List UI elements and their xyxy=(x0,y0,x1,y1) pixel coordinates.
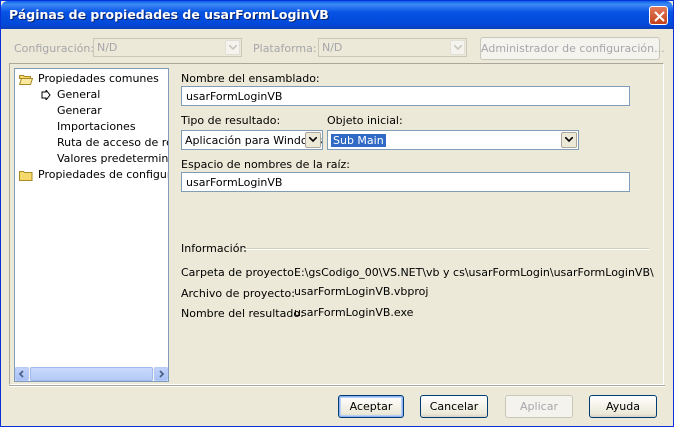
assembly-name-label: Nombre del ensamblado: xyxy=(181,72,320,85)
project-folder-label: Carpeta de proyecto: xyxy=(181,266,298,279)
ok-button[interactable]: Aceptar xyxy=(338,395,404,418)
configuration-value: N/D xyxy=(97,41,118,54)
arrow-right-icon xyxy=(41,90,51,100)
configuration-label: Configuración: xyxy=(14,42,95,55)
chevron-down-icon xyxy=(561,132,577,148)
output-name-value: usarFormLoginVB.exe xyxy=(294,306,414,319)
startup-object-value: Sub Main xyxy=(330,133,387,148)
tree-item-importaciones[interactable]: Importaciones xyxy=(57,119,136,135)
folder-icon xyxy=(19,171,33,181)
window-title: Páginas de propiedades de usarFormLoginV… xyxy=(9,7,329,22)
close-button[interactable] xyxy=(649,6,668,25)
scroll-left-button[interactable] xyxy=(15,367,29,381)
startup-object-select[interactable]: Sub Main xyxy=(327,130,579,150)
scroll-right-button[interactable] xyxy=(154,367,168,381)
startup-object-label: Objeto inicial: xyxy=(327,114,403,127)
chevron-down-icon xyxy=(450,40,465,55)
tree-item-reference-path[interactable]: Ruta de acceso de refe xyxy=(57,135,168,151)
tree-horizontal-scrollbar[interactable] xyxy=(15,367,168,381)
chevron-left-icon xyxy=(18,370,24,378)
project-file-value: usarFormLoginVB.vbproj xyxy=(294,285,429,298)
cancel-button[interactable]: Cancelar xyxy=(420,395,488,418)
title-bar[interactable]: Páginas de propiedades de usarFormLoginV… xyxy=(1,1,673,29)
project-folder-value: E:\gsCodigo_00\VS.NET\vb y cs\usarFormLo… xyxy=(294,266,654,279)
chevron-down-icon xyxy=(225,40,240,55)
properties-dialog: Páginas de propiedades de usarFormLoginV… xyxy=(0,0,674,427)
output-type-label: Tipo de resultado: xyxy=(181,114,281,127)
output-name-label: Nombre del resultado: xyxy=(181,307,304,320)
info-divider xyxy=(244,248,649,250)
tree-item-generar[interactable]: Generar xyxy=(57,103,102,119)
tree-item-default-values[interactable]: Valores predeterminado xyxy=(57,151,168,167)
apply-button[interactable]: Aplicar xyxy=(505,395,573,418)
project-file-label: Archivo de proyecto: xyxy=(181,287,295,300)
output-type-select[interactable]: Aplicación para Windows xyxy=(181,130,323,150)
platform-select[interactable]: N/D xyxy=(318,38,467,57)
bottom-divider xyxy=(9,385,665,387)
scrollbar-thumb[interactable] xyxy=(30,367,153,381)
configuration-manager-button[interactable]: Administrador de configuración... xyxy=(480,37,665,60)
assembly-name-input[interactable]: usarFormLoginVB xyxy=(181,86,630,106)
chevron-right-icon xyxy=(159,370,165,378)
root-namespace-label: Espacio de nombres de la raíz: xyxy=(181,158,350,171)
configuration-select[interactable]: N/D xyxy=(93,38,242,57)
platform-label: Plataforma: xyxy=(253,42,317,55)
folder-open-icon xyxy=(19,75,33,85)
close-icon xyxy=(654,11,665,22)
chevron-down-icon xyxy=(305,132,321,148)
root-namespace-input[interactable]: usarFormLoginVB xyxy=(181,172,630,192)
property-tree[interactable]: Propiedades comunes General Generar Impo… xyxy=(14,68,169,382)
platform-value: N/D xyxy=(322,41,343,54)
info-section-title: Información xyxy=(181,242,247,255)
help-button[interactable]: Ayuda xyxy=(589,395,657,418)
